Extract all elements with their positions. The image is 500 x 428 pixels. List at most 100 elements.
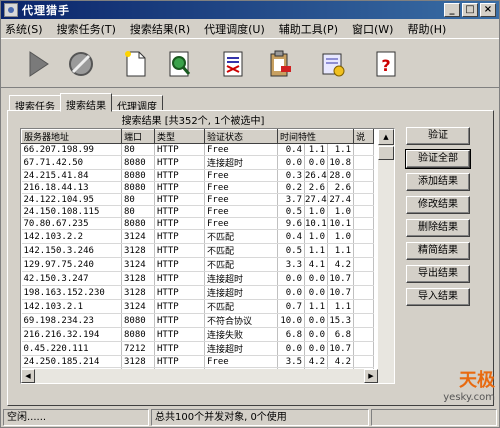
cell-time-1: 3.7 <box>277 193 305 206</box>
table-row[interactable]: 216.18.44.13 8080 HTTP Free 0.2 2.6 2.6 <box>21 181 375 194</box>
table-row[interactable]: 66.207.198.99 80 HTTP Free 0.4 1.1 1.1 <box>21 143 375 156</box>
add-result-button[interactable]: 添加结果 <box>406 173 470 191</box>
cell-time-3: 1.1 <box>327 143 355 156</box>
table-row[interactable]: 42.150.3.247 3128 HTTP 连接超时 0.0 0.0 10.7 <box>21 271 375 286</box>
app-icon <box>4 3 18 17</box>
column-header-timing[interactable]: 时间特性 <box>276 129 355 144</box>
table-row[interactable]: 198.163.152.230 3128 HTTP 连接超时 0.0 0.0 10.7 <box>21 285 375 300</box>
cell-time-2: 10.1 <box>304 217 328 230</box>
search-icon[interactable] <box>161 46 197 82</box>
cell-time-1: 0.2 <box>277 181 305 194</box>
trim-result-button[interactable]: 精简结果 <box>406 242 470 260</box>
cell-time-3: 27.4 <box>327 193 355 206</box>
verify-all-button[interactable]: 验证全部 <box>405 149 471 169</box>
cell-port: 3124 <box>121 299 155 314</box>
cell-desc <box>353 193 375 206</box>
table-row[interactable]: 24.122.104.95 80 HTTP Free 3.7 27.4 27.4 <box>21 193 375 206</box>
scroll-left-icon[interactable]: ◀ <box>21 369 35 383</box>
menu-help[interactable]: 帮助(H) <box>407 21 446 37</box>
cell-time-1: 9.6 <box>277 217 305 230</box>
cell-time-1: 0.0 <box>277 155 305 170</box>
title-bar[interactable]: 代理猎手 _ □ × <box>1 1 499 19</box>
table-row[interactable]: 69.198.234.23 8080 HTTP 不符合协议 10.0 0.0 15.3 <box>21 313 375 328</box>
watermark-url: yesky.com <box>443 392 495 403</box>
cell-time-3: 1.0 <box>327 229 355 244</box>
cell-type: HTTP <box>154 271 205 286</box>
stop-icon[interactable] <box>63 46 99 82</box>
cell-time-2: 0.0 <box>304 271 328 286</box>
menu-search-result[interactable]: 搜索结果(R) <box>130 21 190 37</box>
cell-time-3: 4.2 <box>327 355 355 368</box>
cell-time-1: 0.0 <box>277 341 305 356</box>
cell-type: HTTP <box>154 341 205 356</box>
cell-time-3: 28.0 <box>327 169 355 182</box>
table-row[interactable]: 0.45.220.111 7212 HTTP 连接超时 0.0 0.0 10.7 <box>21 341 375 356</box>
table-row[interactable]: 24.250.185.214 3128 HTTP Free 3.5 4.2 4.2 <box>21 355 375 368</box>
table-row[interactable]: 142.150.3.246 3128 HTTP 不匹配 0.5 1.1 1.1 <box>21 243 375 258</box>
maximize-button[interactable]: □ <box>462 3 478 17</box>
menu-window[interactable]: 窗口(W) <box>352 21 393 37</box>
cell-time-3: 1.1 <box>327 299 355 314</box>
delete-result-button[interactable]: 删除结果 <box>406 219 470 237</box>
menu-system[interactable]: 系统(S) <box>5 21 43 37</box>
column-header-address[interactable]: 服务器地址 <box>21 129 122 144</box>
scroll-right-icon[interactable]: ▶ <box>364 369 378 383</box>
new-document-icon[interactable] <box>117 46 153 82</box>
help-icon[interactable]: ? <box>367 46 403 82</box>
close-button[interactable]: × <box>480 3 496 17</box>
cell-port: 8080 <box>121 181 155 194</box>
cell-time-2: 1.1 <box>304 243 328 258</box>
table-row[interactable]: 24.150.108.115 80 HTTP Free 0.5 1.0 1.0 <box>21 205 375 218</box>
clipboard-icon[interactable] <box>261 46 297 82</box>
svg-text:?: ? <box>381 56 390 75</box>
table-row[interactable]: 129.97.75.240 3124 HTTP 不匹配 3.3 4.1 4.2 <box>21 257 375 272</box>
status-concurrency: 总共100个并发对象, 0个使用 <box>151 409 369 426</box>
cell-time-2: 0.0 <box>304 155 328 170</box>
cell-time-2: 0.0 <box>304 341 328 356</box>
cell-status: Free <box>204 355 278 368</box>
table-row[interactable]: 67.71.42.50 8080 HTTP 连接超时 0.0 0.0 10.8 <box>21 155 375 170</box>
tab-search-result[interactable]: 搜索结果 <box>60 93 112 112</box>
cell-port: 3124 <box>121 257 155 272</box>
cell-port: 8080 <box>121 217 155 230</box>
results-grid[interactable]: 服务器地址 端口 类型 验证状态 时间特性 说 66.207.198.99 80 H… <box>20 128 395 384</box>
cell-status: 不符合协议 <box>204 313 278 328</box>
table-row[interactable]: 24.215.41.84 8080 HTTP Free 0.3 26.4 28.0 <box>21 169 375 182</box>
table-row[interactable]: 142.103.2.1 3124 HTTP 不匹配 0.7 1.1 1.1 <box>21 299 375 314</box>
menu-search-task[interactable]: 搜索任务(T) <box>57 21 116 37</box>
scroll-up-icon[interactable]: ▲ <box>378 129 394 145</box>
tab-proxy-schedule[interactable]: 代理调度 <box>111 95 163 113</box>
vertical-scrollbar[interactable]: ▲ <box>378 129 394 383</box>
horizontal-scrollbar[interactable]: ◀ ▶ <box>21 369 378 383</box>
settings-icon[interactable] <box>315 46 351 82</box>
menu-proxy-schedule[interactable]: 代理调度(U) <box>204 21 265 37</box>
cell-status: Free <box>204 205 278 218</box>
table-row[interactable]: 70.80.67.235 8080 HTTP Free 9.6 10.1 10.1 <box>21 217 375 230</box>
cell-port: 8080 <box>121 169 155 182</box>
column-header-status[interactable]: 验证状态 <box>204 129 278 144</box>
delete-doc-icon[interactable] <box>215 46 251 82</box>
table-row[interactable]: 142.103.2.2 3124 HTTP 不匹配 0.4 1.0 1.0 <box>21 229 375 244</box>
play-icon[interactable] <box>19 46 55 82</box>
scroll-thumb[interactable] <box>378 146 394 160</box>
export-result-button[interactable]: 导出结果 <box>406 265 470 283</box>
cell-time-1: 0.0 <box>277 271 305 286</box>
cell-time-2: 26.4 <box>304 169 328 182</box>
cell-type: HTTP <box>154 299 205 314</box>
table-row[interactable]: 216.216.32.194 8080 HTTP 连接失败 6.8 0.0 6.8 <box>21 327 375 342</box>
tab-search-task[interactable]: 搜索任务 <box>9 95 61 113</box>
minimize-button[interactable]: _ <box>444 3 460 17</box>
watermark-logo: 天极 yesky.com <box>443 366 495 403</box>
column-header-desc[interactable]: 说 <box>353 129 375 144</box>
import-result-button[interactable]: 导入结果 <box>406 288 470 306</box>
cell-status: 连接失败 <box>204 327 278 342</box>
cell-time-1: 0.5 <box>277 205 305 218</box>
edit-result-button[interactable]: 修改结果 <box>406 196 470 214</box>
verify-button[interactable]: 验证 <box>406 127 470 145</box>
status-extra <box>371 409 497 426</box>
cell-desc <box>353 313 375 328</box>
column-header-port[interactable]: 端口 <box>121 129 155 144</box>
cell-time-3: 10.8 <box>327 155 355 170</box>
column-header-type[interactable]: 类型 <box>154 129 205 144</box>
menu-tools[interactable]: 辅助工具(P) <box>279 21 338 37</box>
